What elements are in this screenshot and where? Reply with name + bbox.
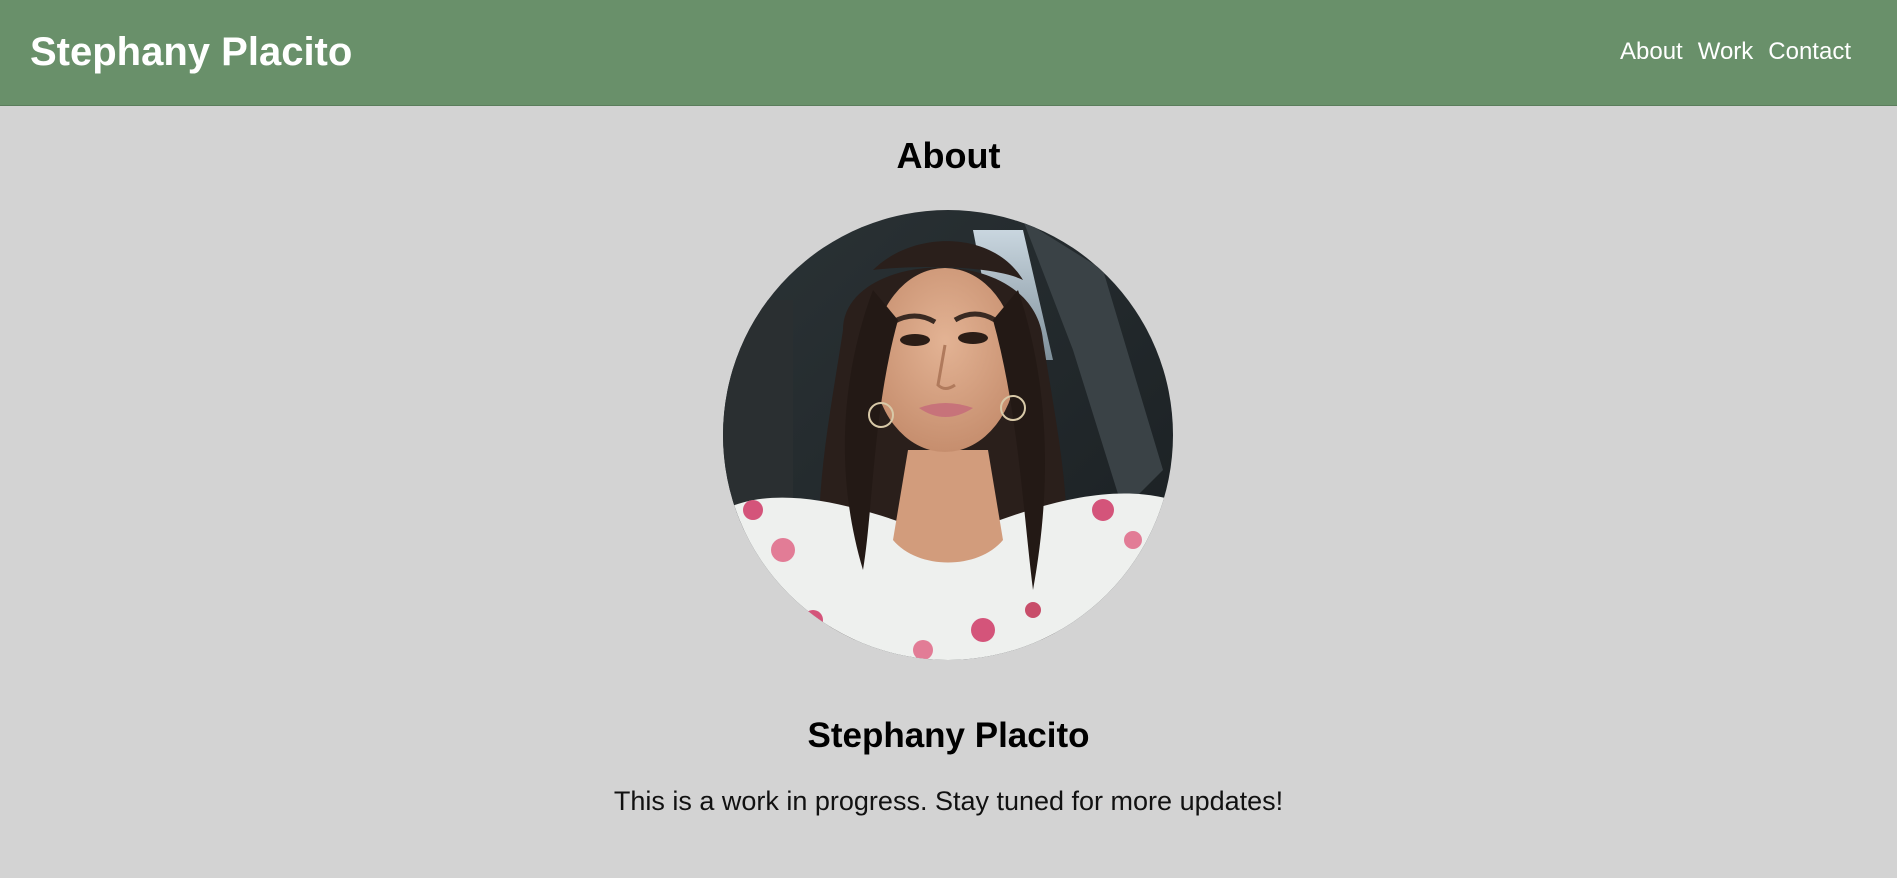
- section-heading: About: [896, 135, 1001, 176]
- main-nav: About Work Contact: [1620, 38, 1851, 66]
- site-title[interactable]: Stephany Placito: [30, 28, 352, 76]
- profile-name: Stephany Placito: [807, 716, 1090, 755]
- profile-photo-illustration: [723, 210, 1173, 660]
- site-header: Stephany Placito About Work Contact: [0, 0, 1897, 106]
- nav-link-contact[interactable]: Contact: [1768, 38, 1851, 66]
- nav-link-work[interactable]: Work: [1698, 38, 1754, 66]
- profile-photo: [723, 210, 1173, 660]
- nav-link-about[interactable]: About: [1620, 38, 1683, 66]
- profile-bio: This is a work in progress. Stay tuned f…: [613, 786, 1284, 816]
- about-section: About Stephany Placito This is a work in…: [0, 106, 1897, 878]
